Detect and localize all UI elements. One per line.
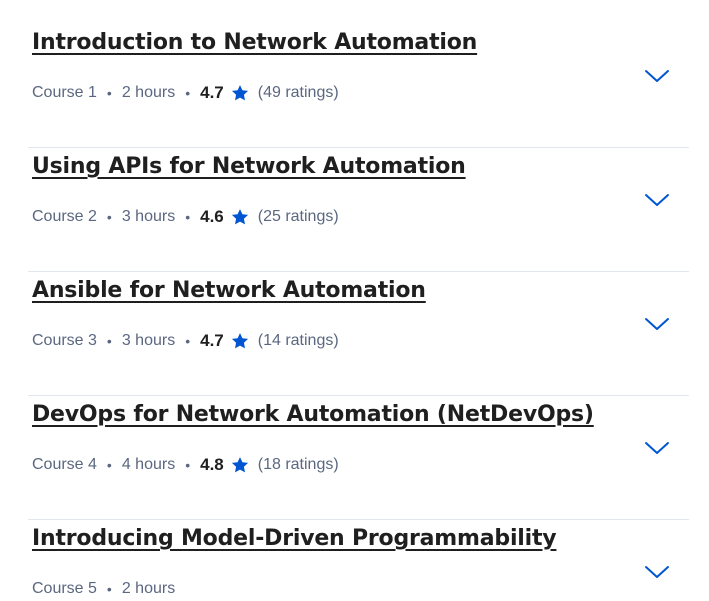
ratings-count: (14 ratings): [257, 332, 339, 349]
course-item: Ansible for Network Automation Course 3 …: [28, 272, 689, 396]
course-meta: Course 1 • 2 hours • 4.7 (49 ratings): [32, 81, 339, 105]
separator-dot: •: [106, 85, 112, 101]
course-list: Introduction to Network Automation Cours…: [0, 0, 709, 598]
course-number: Course 2: [32, 208, 97, 225]
rating-value: 4.6: [200, 207, 224, 226]
separator-dot: •: [185, 333, 191, 349]
course-duration: 4 hours: [121, 456, 176, 473]
course-title-link[interactable]: Introducing Model-Driven Programmability: [32, 526, 557, 551]
course-duration: 3 hours: [121, 208, 176, 225]
course-meta: Course 3 • 3 hours • 4.7 (14 ratings): [32, 329, 339, 353]
chevron-down-icon: [645, 318, 669, 330]
star-icon: [231, 209, 248, 225]
course-number: Course 3: [32, 332, 97, 349]
expand-course-button[interactable]: [641, 184, 673, 216]
separator-dot: •: [106, 333, 112, 349]
separator-dot: •: [106, 457, 112, 473]
separator-dot: •: [185, 85, 191, 101]
star-icon: [231, 457, 248, 473]
chevron-down-icon: [645, 194, 669, 206]
course-title-link[interactable]: Ansible for Network Automation: [32, 278, 426, 303]
course-item: Using APIs for Network Automation Course…: [28, 148, 689, 272]
course-item: DevOps for Network Automation (NetDevOps…: [28, 396, 689, 520]
rating-value: 4.7: [200, 331, 224, 350]
chevron-down-icon: [645, 442, 669, 454]
separator-dot: •: [185, 457, 191, 473]
course-title-link[interactable]: Introduction to Network Automation: [32, 30, 477, 55]
ratings-count: (25 ratings): [257, 208, 339, 225]
course-duration: 3 hours: [121, 332, 176, 349]
course-title-link[interactable]: DevOps for Network Automation (NetDevOps…: [32, 402, 594, 427]
expand-course-button[interactable]: [641, 556, 673, 588]
star-icon: [231, 333, 248, 349]
course-title-link[interactable]: Using APIs for Network Automation: [32, 154, 466, 179]
star-icon: [231, 85, 248, 101]
separator-dot: •: [106, 581, 112, 597]
course-number: Course 1: [32, 84, 97, 101]
course-item: Introduction to Network Automation Cours…: [28, 24, 689, 148]
rating-value: 4.8: [200, 455, 224, 474]
rating-value: 4.7: [200, 83, 224, 102]
separator-dot: •: [185, 209, 191, 225]
ratings-count: (49 ratings): [257, 84, 339, 101]
course-meta: Course 5 • 2 hours: [32, 577, 175, 601]
ratings-count: (18 ratings): [257, 456, 339, 473]
course-number: Course 5: [32, 580, 97, 597]
course-duration: 2 hours: [121, 84, 176, 101]
course-duration: 2 hours: [121, 580, 176, 597]
course-number: Course 4: [32, 456, 97, 473]
separator-dot: •: [106, 209, 112, 225]
expand-course-button[interactable]: [641, 60, 673, 92]
chevron-down-icon: [645, 70, 669, 82]
expand-course-button[interactable]: [641, 308, 673, 340]
course-meta: Course 4 • 4 hours • 4.8 (18 ratings): [32, 453, 339, 477]
course-meta: Course 2 • 3 hours • 4.6 (25 ratings): [32, 205, 339, 229]
chevron-down-icon: [645, 566, 669, 578]
expand-course-button[interactable]: [641, 432, 673, 464]
course-item: Introducing Model-Driven Programmability…: [28, 520, 689, 598]
